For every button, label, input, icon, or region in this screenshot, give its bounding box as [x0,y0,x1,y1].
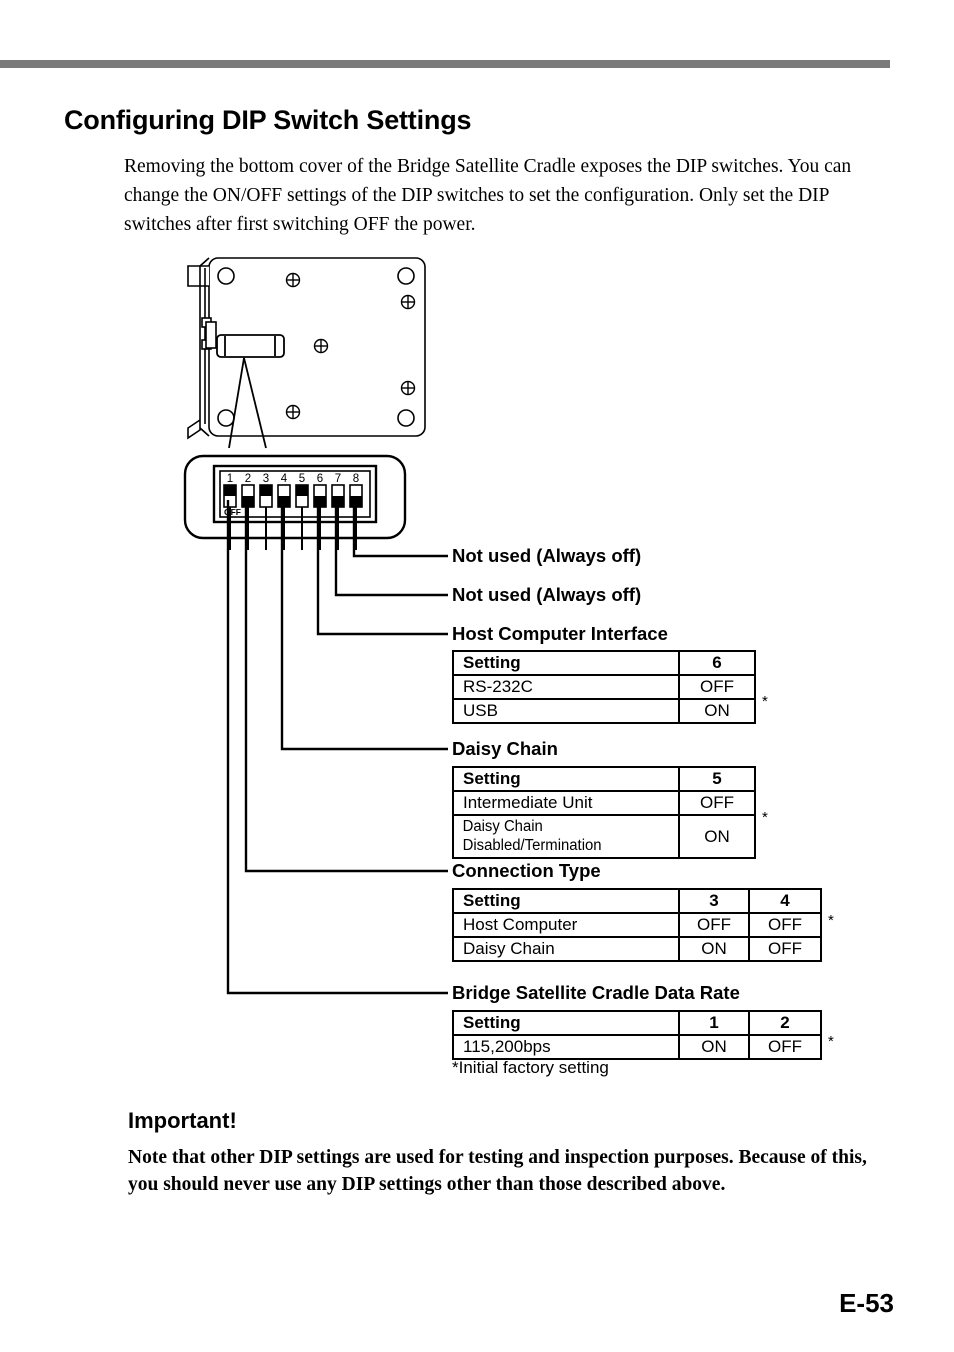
callout-daisy-chain: Daisy Chain [452,738,558,759]
switch-value: ON [678,814,756,859]
table-row: Setting 5 [452,766,756,792]
header-rule [0,60,890,68]
table-host-computer-interface: Setting 6 RS-232C OFF USB ON [452,650,756,724]
svg-text:7: 7 [335,473,341,485]
factory-default-marker: * [828,1033,834,1050]
switch-value: OFF [678,912,750,938]
intro-paragraph: Removing the bottom cover of the Bridge … [124,156,852,235]
switch-value: OFF [678,790,756,816]
factory-default-marker: * [762,693,768,710]
table-row: Setting 1 2 [452,1010,822,1036]
svg-text:8: 8 [353,473,359,485]
column-header-setting: Setting [452,766,680,792]
factory-default-marker: * [762,809,768,826]
column-header-setting: Setting [452,1010,680,1036]
switch-value: ON [678,698,756,724]
switch-value: OFF [678,674,756,700]
setting-name: RS-232C [452,674,680,700]
dip-switch-detail: 1 2 3 4 5 6 7 8 OFF [183,454,407,550]
cradle-bottom-illustration [187,257,426,449]
table-row: 115,200bps ON OFF [452,1034,822,1060]
switch-value: OFF [748,912,822,938]
svg-text:1: 1 [227,473,233,485]
switch-value: OFF [748,1034,822,1060]
table-row: USB ON [452,698,756,724]
table-row: Setting 6 [452,650,756,676]
factory-setting-footnote: *Initial factory setting [452,1058,609,1077]
important-body: Note that other DIP settings are used fo… [128,1147,867,1195]
column-header-switch-1: 1 [678,1010,750,1036]
table-data-rate: Setting 1 2 115,200bps ON OFF [452,1010,822,1060]
important-heading: Important! [128,1108,237,1133]
table-daisy-chain: Setting 5 Intermediate Unit OFF Daisy Ch… [452,766,756,859]
setting-name: USB [452,698,680,724]
svg-text:3: 3 [263,473,269,485]
setting-name: Daisy Chain Disabled/Termination [452,814,671,859]
setting-name: Host Computer [452,912,680,938]
table-connection-type: Setting 3 4 Host Computer OFF OFF Daisy … [452,888,822,962]
svg-text:4: 4 [281,473,288,485]
column-header-switch-2: 2 [748,1010,822,1036]
table-row: Setting 3 4 [452,888,822,914]
column-header-setting: Setting [452,888,680,914]
table-row: RS-232C OFF [452,674,756,700]
switch-value: OFF [748,936,822,962]
setting-name: 115,200bps [452,1034,680,1060]
table-row: Daisy Chain ON OFF [452,936,822,962]
callout-connection-type: Connection Type [452,860,601,881]
callout-not-used-8: Not used (Always off) [452,545,642,566]
callout-data-rate: Bridge Satellite Cradle Data Rate [452,982,740,1003]
switch-value: ON [678,1034,750,1060]
svg-text:OFF: OFF [224,507,241,517]
column-header-switch-5: 5 [678,766,756,792]
setting-name: Daisy Chain [452,936,680,962]
column-header-switch-4: 4 [748,888,822,914]
page-number: E-53 [839,1288,894,1318]
column-header-switch-3: 3 [678,888,750,914]
svg-text:6: 6 [317,473,323,485]
factory-default-marker: * [828,912,834,929]
table-row: Intermediate Unit OFF [452,790,756,816]
page-title: Configuring DIP Switch Settings [64,105,472,135]
callout-host-computer-interface: Host Computer Interface [452,623,668,644]
svg-text:2: 2 [245,473,251,485]
table-row: Daisy Chain Disabled/Termination ON [452,814,756,859]
column-header-setting: Setting [452,650,680,676]
table-row: Host Computer OFF OFF [452,912,822,938]
svg-text:5: 5 [299,473,305,485]
switch-value: ON [678,936,750,962]
setting-name: Intermediate Unit [452,790,680,816]
callout-not-used-7: Not used (Always off) [452,584,642,605]
column-header-switch-6: 6 [678,650,756,676]
